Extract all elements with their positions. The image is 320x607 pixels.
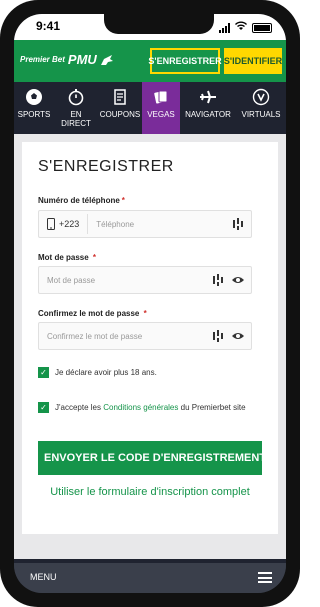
nav-label-live: EN DIRECT xyxy=(61,110,91,128)
mobile-phone-icon xyxy=(47,218,55,230)
phone-prefix-selector[interactable]: +223 xyxy=(39,218,79,230)
phone-field[interactable]: +223 Téléphone xyxy=(38,210,252,238)
top-header: Premier Bet PMU S'ENREGISTRER S'IDENTIFI… xyxy=(14,40,286,82)
phone-label: Numéro de téléphone * xyxy=(38,196,125,205)
menu-label: MENU xyxy=(30,572,57,582)
terms-checkbox-row[interactable]: ✓ J'accepte les Conditions générales du … xyxy=(38,402,248,413)
airplane-icon xyxy=(197,87,219,107)
phone-prefix: +223 xyxy=(59,219,80,229)
nav-item-navigator[interactable]: NAVIGATOR xyxy=(180,82,236,134)
nav-item-coupons[interactable]: COUPONS xyxy=(98,82,142,134)
phone-screen: 9:41 Premier Bet PMU S'ENREGISTRER S'IDE… xyxy=(14,14,286,593)
battery-icon xyxy=(252,22,272,33)
logo-premierbet-text: Premier Bet xyxy=(20,55,65,64)
nav-label-vegas: VEGAS xyxy=(147,110,175,119)
eye-icon[interactable] xyxy=(231,273,245,287)
password-manager-icon[interactable] xyxy=(211,273,225,287)
form-title: S'ENREGISTRER xyxy=(38,158,174,175)
age-checkbox[interactable]: ✓ xyxy=(38,367,49,378)
password-required-mark: * xyxy=(92,253,97,262)
terms-checkbox-label: J'accepte les Conditions générales du Pr… xyxy=(55,402,246,413)
virtuals-icon xyxy=(250,87,272,107)
full-registration-form-link[interactable]: Utiliser le formulaire d'inscription com… xyxy=(38,485,262,500)
premierbet-pmu-logo[interactable]: Premier Bet PMU xyxy=(20,52,114,67)
nav-label-virtuals: VIRTUALS xyxy=(241,110,281,119)
password-label-text: Mot de passe xyxy=(38,253,89,262)
phone-frame: 9:41 Premier Bet PMU S'ENREGISTRER S'IDE… xyxy=(0,0,300,607)
confirm-password-label-text: Confirmez le mot de passe xyxy=(38,309,140,318)
password-manager-icon[interactable] xyxy=(211,329,225,343)
status-bar: 9:41 xyxy=(14,14,286,40)
register-button[interactable]: S'ENREGISTRER xyxy=(148,48,222,74)
nav-label-coupons: COUPONS xyxy=(99,110,141,119)
send-registration-code-button[interactable]: ENVOYER LE CODE D'ENREGISTREMENT xyxy=(38,441,262,475)
terms-text-after: du Premierbet site xyxy=(178,403,246,412)
registration-card: S'ENREGISTRER Numéro de téléphone * +223 … xyxy=(22,142,278,534)
wifi-icon xyxy=(235,21,247,34)
horse-logo-icon xyxy=(100,54,113,65)
phone-required-mark: * xyxy=(121,196,125,205)
login-button[interactable]: S'IDENTIFIER xyxy=(224,48,282,74)
cards-icon xyxy=(150,87,172,107)
confirm-password-label: Confirmez le mot de passe * xyxy=(38,309,147,318)
confirm-password-required-mark: * xyxy=(143,309,147,318)
soccer-ball-icon xyxy=(23,87,45,107)
footer-menu-bar[interactable]: MENU xyxy=(14,563,286,593)
phone-label-text: Numéro de téléphone xyxy=(38,196,120,205)
password-manager-icon[interactable] xyxy=(231,217,245,231)
terms-checkbox[interactable]: ✓ xyxy=(38,402,49,413)
hamburger-menu-icon[interactable] xyxy=(258,572,272,583)
nav-item-virtuals[interactable]: VIRTUALS xyxy=(236,82,286,134)
terms-conditions-link[interactable]: Conditions générales xyxy=(103,403,178,412)
phone-input[interactable]: Téléphone xyxy=(88,220,231,229)
age-checkbox-label: Je déclare avoir plus 18 ans. xyxy=(55,368,157,377)
stopwatch-icon xyxy=(65,87,87,107)
password-input[interactable]: Mot de passe xyxy=(39,276,211,285)
status-icons xyxy=(219,21,272,34)
signal-icon xyxy=(219,22,230,33)
nav-item-live[interactable]: EN DIRECT xyxy=(54,82,98,134)
confirm-password-field[interactable]: Confirmez le mot de passe xyxy=(38,322,252,350)
status-time: 9:41 xyxy=(36,19,61,33)
coupon-icon xyxy=(109,87,131,107)
main-nav: SPORTS EN DIRECT COUPONS VEGAS NAVIGATOR… xyxy=(14,82,286,134)
confirm-password-input[interactable]: Confirmez le mot de passe xyxy=(39,332,211,341)
nav-item-sports[interactable]: SPORTS xyxy=(14,82,54,134)
terms-text-before: J'accepte les xyxy=(55,403,104,412)
nav-label-sports: SPORTS xyxy=(17,110,51,119)
eye-icon[interactable] xyxy=(231,329,245,343)
nav-item-vegas[interactable]: VEGAS xyxy=(142,82,180,134)
nav-label-navigator: NAVIGATOR xyxy=(185,110,231,119)
password-field[interactable]: Mot de passe xyxy=(38,266,252,294)
notch xyxy=(104,14,214,34)
content-area: S'ENREGISTRER Numéro de téléphone * +223 … xyxy=(14,134,286,559)
logo-pmu-text: PMU xyxy=(67,52,97,67)
password-label: Mot de passe * xyxy=(38,253,96,262)
age-checkbox-row[interactable]: ✓ Je déclare avoir plus 18 ans. xyxy=(38,367,157,378)
